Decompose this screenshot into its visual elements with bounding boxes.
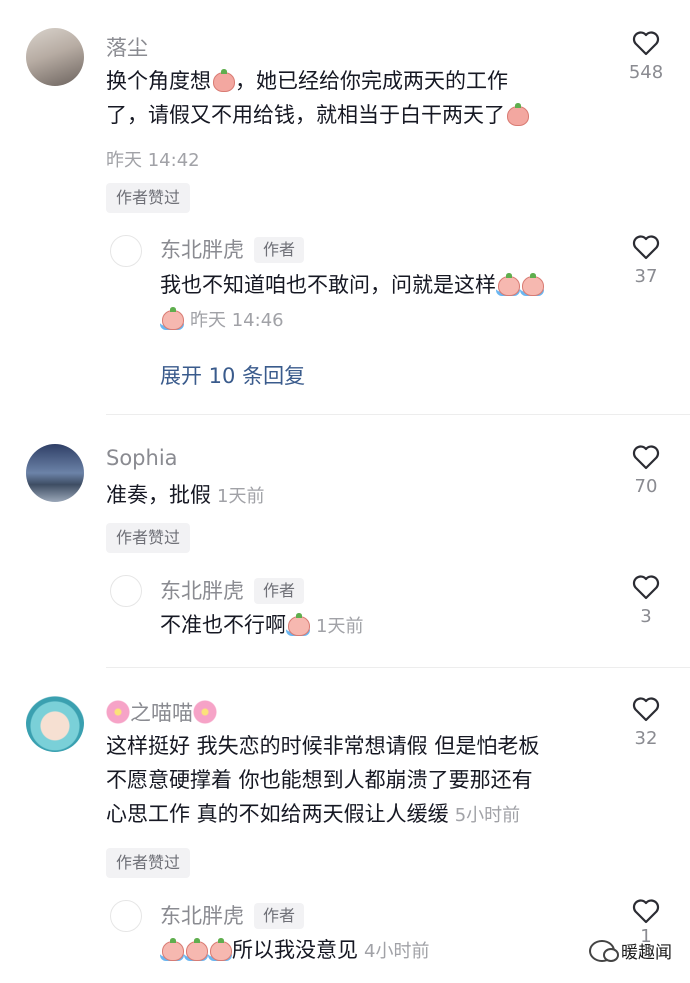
reply-author-name: 东北胖虎 [160, 579, 244, 603]
comment-author[interactable]: 之喵喵 [106, 697, 217, 727]
like-button[interactable]: 32 [616, 696, 676, 749]
wechat-icon [589, 939, 619, 962]
like-count: 548 [628, 62, 664, 83]
like-count: 37 [634, 266, 658, 287]
reply-text: 我也不知道咱也不敢问，问就是这样 昨天 14:46 [160, 268, 600, 338]
reply-author-name: 东北胖虎 [160, 904, 244, 928]
reply-author[interactable]: 东北胖虎 作者 [160, 234, 305, 264]
comment-author[interactable]: 落尘 [106, 32, 148, 62]
like-count: 32 [634, 728, 658, 749]
crying-emoji-icon [160, 938, 184, 961]
crying-emoji-icon [208, 938, 232, 961]
like-count: 3 [640, 606, 652, 627]
divider [106, 414, 690, 415]
reply-time: 昨天 14:46 [190, 310, 284, 331]
heart-icon [632, 575, 660, 600]
reply-text: 不准也不行啊 1天前 [160, 608, 600, 644]
comment-text-line: ，她已经给你完成两天的工作 [235, 69, 508, 93]
comment-text: 这样挺好 我失恋的时候非常想请假 但是怕老板 不愿意硬撑着 你也能想到人都崩溃了… [106, 729, 606, 833]
avatar[interactable] [26, 444, 84, 502]
author-tag: 作者 [254, 237, 305, 263]
reply-avatar[interactable] [110, 235, 142, 267]
expand-replies-link[interactable]: 展开 10 条回复 [160, 360, 305, 390]
reply-avatar[interactable] [110, 575, 142, 607]
heart-icon [632, 899, 660, 924]
peach-emoji-icon [211, 69, 235, 92]
heart-icon [632, 31, 660, 56]
like-count: 70 [634, 476, 658, 497]
watermark-text: 暖趣闻 [621, 943, 672, 963]
comment-text-line: 不愿意硬撑着 你也能想到人都崩溃了要那还有 [106, 768, 533, 792]
comment-text: 换个角度想 ，她已经给你完成两天的工作 了，请假又不用给钱，就相当于白干两天了 [106, 64, 596, 132]
reply-text-line: 所以我没意见 [232, 938, 358, 962]
heart-icon [632, 445, 660, 470]
comment-author[interactable]: Sophia [106, 446, 178, 470]
comment-text-line: 心思工作 真的不如给两天假让人缓缓 [106, 802, 449, 826]
reply-author[interactable]: 东北胖虎 作者 [160, 575, 305, 605]
crying-emoji-icon [520, 273, 544, 296]
reply-time: 4小时前 [364, 941, 430, 962]
flower-emoji-icon [106, 700, 130, 724]
crying-emoji-icon [184, 938, 208, 961]
like-button[interactable]: 70 [616, 444, 676, 497]
comment-time: 1天前 [217, 486, 265, 507]
comment-time: 昨天 14:42 [106, 150, 200, 171]
reply-author-name: 东北胖虎 [160, 238, 244, 262]
crying-emoji-icon [286, 613, 310, 636]
author-liked-badge: 作者赞过 [106, 183, 191, 213]
flower-emoji-icon [193, 700, 217, 724]
author-tag: 作者 [254, 578, 305, 604]
comment-text-line: 了，请假又不用给钱，就相当于白干两天了 [106, 103, 505, 127]
like-button[interactable]: 548 [616, 30, 676, 83]
comment-time: 5小时前 [454, 805, 521, 826]
heart-icon [632, 235, 660, 260]
peach-emoji-icon [505, 103, 529, 126]
comment-text-line: 这样挺好 我失恋的时候非常想请假 但是怕老板 [106, 734, 540, 758]
author-liked-badge: 作者赞过 [106, 523, 191, 553]
divider [106, 667, 690, 668]
author-liked-badge: 作者赞过 [106, 848, 191, 878]
reply-text-line: 我也不知道咱也不敢问，问就是这样 [160, 273, 496, 297]
comment-author-name: 之喵喵 [130, 701, 193, 725]
comment-text: 准奏，批假 1天前 [106, 478, 596, 514]
reply-avatar[interactable] [110, 900, 142, 932]
reply-time: 1天前 [316, 616, 364, 637]
like-button[interactable]: 37 [616, 234, 676, 287]
reply-text-line: 不准也不行啊 [160, 613, 286, 637]
watermark: 暖趣闻 [589, 938, 672, 963]
avatar[interactable] [26, 28, 84, 86]
like-button[interactable]: 3 [616, 574, 676, 627]
crying-emoji-icon [160, 307, 184, 330]
avatar[interactable] [26, 694, 84, 752]
heart-icon [632, 697, 660, 722]
author-tag: 作者 [254, 903, 305, 929]
reply-author[interactable]: 东北胖虎 作者 [160, 900, 305, 930]
comment-text-line: 准奏，批假 [106, 483, 211, 507]
reply-text: 所以我没意见 4小时前 [160, 933, 560, 969]
crying-emoji-icon [496, 273, 520, 296]
comment-text-line: 换个角度想 [106, 69, 211, 93]
